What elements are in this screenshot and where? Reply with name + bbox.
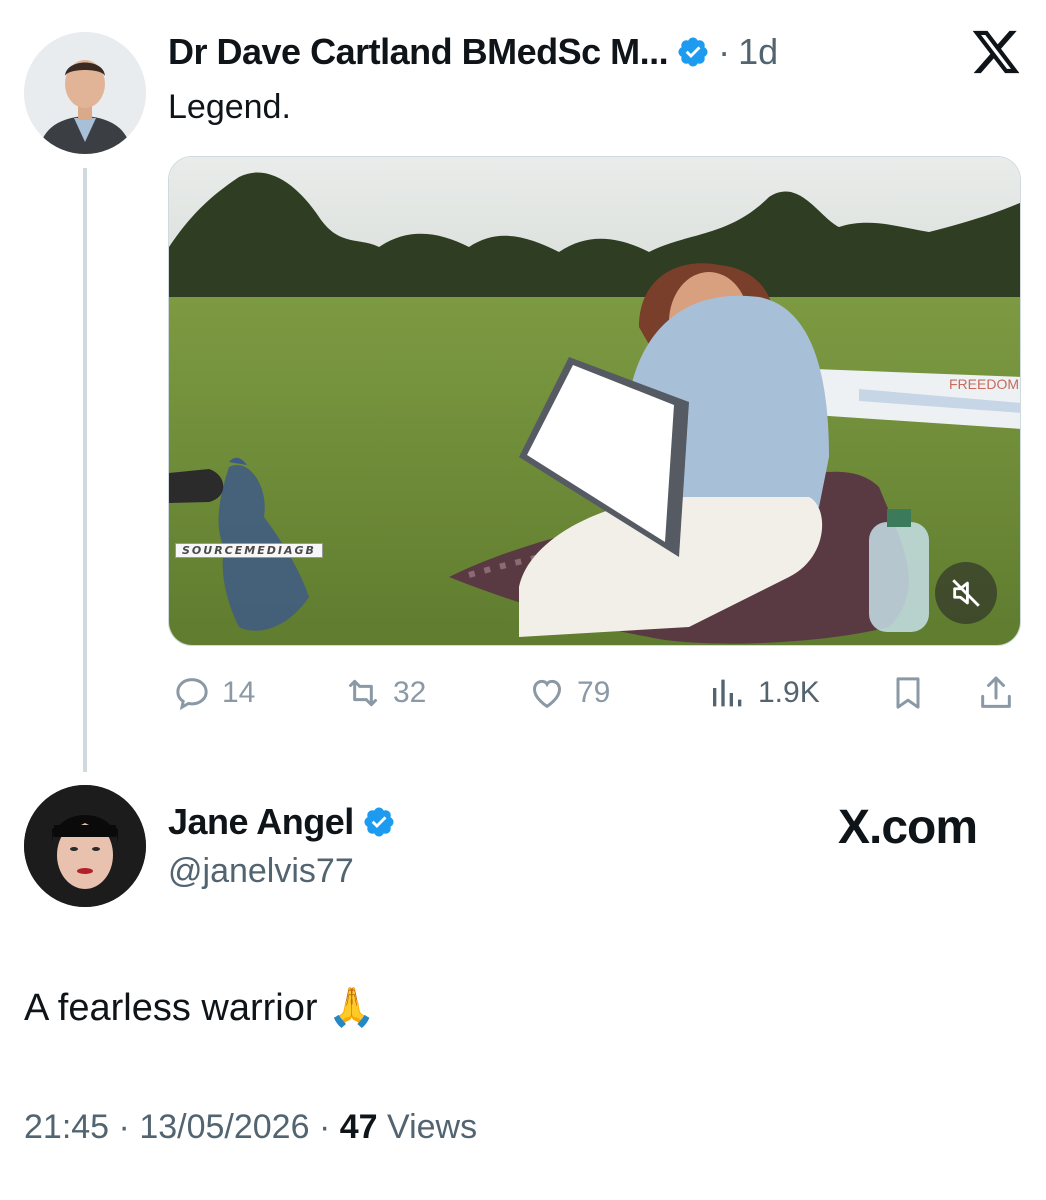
heart-icon — [532, 679, 562, 709]
avatar-jane-portrait — [24, 785, 146, 907]
tweet-views-label: Views — [387, 1108, 478, 1146]
reply-display-name[interactable]: Jane Angel — [168, 801, 354, 843]
reply-icon — [176, 678, 208, 711]
views-chart-icon — [713, 679, 742, 707]
tweet-metadata: 21:45 · 13/05/2026 · 47 Views — [24, 1108, 478, 1146]
x-com-brand: X.com — [838, 801, 978, 854]
banner-text: FREEDOM — [949, 376, 1019, 392]
repost-button[interactable]: 32 — [343, 670, 426, 716]
x-logo-icon[interactable] — [970, 26, 1022, 78]
video-frame: FREEDOM — [169, 157, 1020, 645]
bookmark-button[interactable] — [888, 670, 928, 716]
time-separator: · — [718, 31, 731, 72]
parent-time-ago[interactable]: 1d — [738, 31, 778, 73]
bookmark-icon — [896, 677, 920, 709]
like-button[interactable]: 79 — [527, 670, 610, 716]
reply-handle[interactable]: @janelvis77 — [168, 852, 354, 891]
parent-display-name[interactable]: Dr Dave Cartland BMedSc M... — [168, 31, 669, 73]
avatar-dave-portrait — [24, 32, 146, 154]
volume-muted-icon[interactable] — [935, 562, 997, 624]
source-watermark: SOURCEMEDIAGB — [175, 543, 323, 558]
parent-tweet-text: Legend. — [168, 88, 291, 126]
avatar-dave[interactable] — [24, 32, 146, 154]
views-button[interactable]: 1.9K — [708, 670, 820, 716]
praying-hands-emoji: 🙏 — [328, 987, 376, 1029]
parent-tweet-header: Dr Dave Cartland BMedSc M... · 1d — [168, 28, 778, 76]
share-icon — [981, 676, 1011, 708]
reply-tweet-text: A fearless warrior 🙏 — [24, 986, 375, 1030]
thread-connector-line — [83, 168, 87, 772]
avatar-jane[interactable] — [24, 785, 146, 907]
tweet-views-count: 47 — [339, 1108, 378, 1146]
verified-badge-icon — [364, 807, 394, 837]
repost-count: 32 — [393, 676, 427, 709]
verified-badge-icon — [678, 37, 708, 67]
repost-icon — [349, 679, 377, 707]
reply-text-content: A fearless warrior — [24, 987, 318, 1029]
reply-tweet-header: Jane Angel — [168, 798, 396, 846]
share-button[interactable] — [976, 670, 1016, 716]
reply-count: 14 — [222, 676, 256, 709]
reply-button[interactable]: 14 — [172, 670, 255, 716]
tweet-date[interactable]: 13/05/2026 — [139, 1108, 309, 1146]
like-count: 79 — [577, 676, 611, 709]
views-count: 1.9K — [758, 676, 820, 709]
tweet-time[interactable]: 21:45 — [24, 1108, 109, 1146]
tweet-video[interactable]: FREEDOM SOURCEMEDIAGB — [168, 156, 1021, 646]
